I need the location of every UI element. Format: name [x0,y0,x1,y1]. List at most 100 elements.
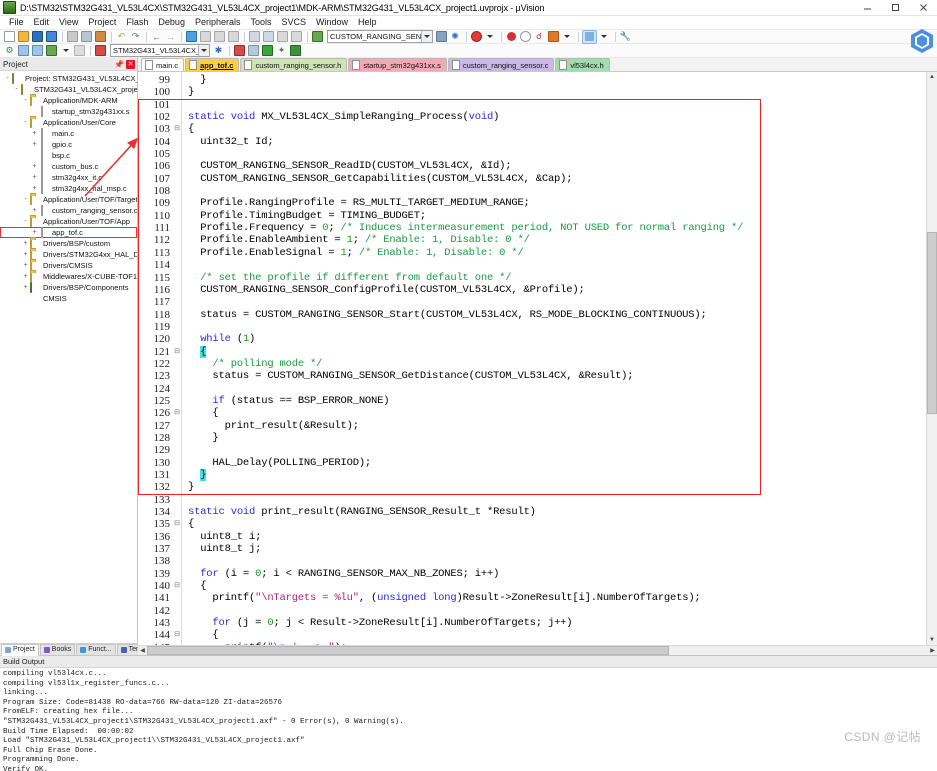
code-line[interactable] [188,296,926,308]
maximize-button[interactable] [881,0,909,15]
chevron-down-icon[interactable] [598,31,611,43]
tree-node-drivers-cmsis[interactable]: + Drivers/CMSIS [0,260,137,271]
expand-icon[interactable]: + [21,284,30,291]
code-line[interactable]: Profile.TimingBudget = TIMING_BUDGET; [188,210,926,222]
scroll-thumb[interactable] [927,232,937,414]
breakpoint-icon[interactable] [505,31,518,43]
fold-toggle-icon[interactable]: ⊟ [173,629,181,641]
code-line[interactable]: status = CUSTOM_RANGING_SENSOR_GetDistan… [188,370,926,382]
chevron-down-icon[interactable] [484,31,497,43]
code-line[interactable]: } [188,432,926,444]
breakpoint-disable-icon[interactable] [519,31,532,43]
save-all-icon[interactable] [45,31,58,43]
collapse-icon[interactable]: - [12,86,21,93]
menu-tools[interactable]: Tools [245,16,276,29]
chevron-down-icon[interactable] [198,45,209,56]
uncomment-icon[interactable] [290,31,303,43]
tree-node-application-user-tof-app[interactable]: - Application/User/TOF/App [0,216,137,227]
build-output-text[interactable]: compiling vl53l4cx.c... compiling vl53l1x… [0,668,937,771]
scroll-right-icon[interactable]: ▶ [928,646,937,655]
editor-tab-custom-ranging-sensor-h[interactable]: custom_ranging_sensor.h [240,58,348,71]
tree-node-cmsis[interactable]: CMSIS [0,293,137,304]
code-line[interactable]: for (j = 0; j < Result->ZoneResult[i].Nu… [188,617,926,629]
code-line[interactable]: CUSTOM_RANGING_SENSOR_GetCapabilities(CU… [188,173,926,185]
outdent-icon[interactable] [262,31,275,43]
tree-node-stm32g431-vl53l4cx-project1[interactable]: - STM32G431_VL53L4CX_project1 [0,84,137,95]
menu-help[interactable]: Help [353,16,382,29]
code-folding-column[interactable]: ⊟ ⊟ ⊟ ⊟ ⊟ ⊟ [173,72,182,645]
debug-start-icon[interactable] [470,31,483,43]
editor-tab-startup-stm32g431xx-s[interactable]: startup_stm32g431xx.s [348,58,447,71]
code-line[interactable]: static void print_result(RANGING_SENSOR_… [188,506,926,518]
code-line[interactable]: Profile.EnableAmbient = 1; /* Enable: 1,… [188,234,926,246]
code-line[interactable]: Profile.RangingProfile = RS_MULTI_TARGET… [188,197,926,209]
tree-node-drivers-bsp-custom[interactable]: + Drivers/BSP/custom [0,238,137,249]
copy-icon[interactable] [80,31,93,43]
scroll-up-icon[interactable]: ▲ [927,72,937,82]
tree-node-stm32g4xx-hal-msp-c[interactable]: + stm32g4xx_hal_msp.c [0,183,137,194]
bookmark-clear-icon[interactable] [227,31,240,43]
pane-tab-funct[interactable]: Funct... [76,643,116,656]
menu-peripherals[interactable]: Peripherals [190,16,246,29]
editor-tab-vl53l4cx-h[interactable]: vl53l4cx.h [555,58,610,71]
save-icon[interactable] [31,31,44,43]
expand-icon[interactable]: + [30,185,39,192]
code-line[interactable]: { [188,345,926,358]
tree-node-bsp-c[interactable]: bsp.c [0,150,137,161]
fold-toggle-icon[interactable]: ⊟ [173,123,181,135]
configure-icon[interactable]: ✺ [449,31,462,43]
code-line[interactable]: { [188,629,926,641]
close-button[interactable] [909,0,937,15]
code-line[interactable]: } [188,74,926,86]
tree-node-custom-bus-c[interactable]: + custom_bus.c [0,161,137,172]
tree-node-main-c[interactable]: + main.c [0,128,137,139]
chevron-down-icon[interactable] [420,31,432,42]
chevron-down-icon[interactable] [59,45,72,57]
pack-installer-icon[interactable] [261,45,274,57]
comment-icon[interactable] [276,31,289,43]
tree-node-stm32g4xx-it-c[interactable]: + stm32g4xx_it.c [0,172,137,183]
tree-node-application-user-tof-target[interactable]: - Application/User/TOF/Target [0,194,137,205]
breakpoint-kill-icon[interactable] [547,31,560,43]
configuration-icon[interactable]: 🔧 [619,31,632,43]
open-file-icon[interactable] [17,31,30,43]
bookmark-next-icon[interactable] [213,31,226,43]
code-line[interactable]: static void MX_VL53L4CX_SimpleRanging_Pr… [188,111,926,123]
fold-toggle-icon[interactable]: ⊟ [173,518,181,530]
collapse-icon[interactable]: - [3,75,12,82]
code-line[interactable]: Profile.EnableSignal = 1; /* Enable: 1, … [188,247,926,259]
redo-icon[interactable]: ↷ [129,31,142,43]
menu-flash[interactable]: Flash [121,16,153,29]
code-line[interactable]: uint8_t j; [188,543,926,555]
pane-tab-project[interactable]: Project [1,643,39,656]
code-line[interactable]: /* set the profile if different from def… [188,272,926,284]
code-line[interactable]: { [188,123,926,135]
code-line[interactable]: while (1) [188,333,926,345]
expand-icon[interactable]: + [30,130,39,137]
tree-node-drivers-bsp-components[interactable]: + Drivers/BSP/Components [0,282,137,293]
close-icon[interactable]: ✕ [126,59,135,69]
expand-icon[interactable]: + [21,273,30,280]
collapse-icon[interactable]: - [21,218,30,225]
menu-debug[interactable]: Debug [153,16,190,29]
fold-toggle-icon[interactable]: ⊟ [173,346,181,358]
tree-node-app-tof-c[interactable]: + app_tof.c [0,227,137,238]
code-line[interactable]: Profile.Frequency = 0; /* Induces interm… [188,222,926,234]
code-line[interactable]: { [188,407,926,419]
minimize-button[interactable] [853,0,881,15]
project-tree[interactable]: -Project: STM32G431_VL53L4CX_project1-ST… [0,71,137,643]
collapse-icon[interactable]: - [21,97,30,104]
code-line[interactable]: /* polling mode */ [188,358,926,370]
code-line[interactable] [188,383,926,395]
code-line[interactable]: print_result(&Result); [188,420,926,432]
navigate-forward-icon[interactable]: → [164,31,177,43]
expand-icon[interactable]: + [30,207,39,214]
expand-icon[interactable]: + [30,229,39,236]
code-line[interactable]: } [188,469,926,481]
paste-icon[interactable] [94,31,107,43]
translate-icon[interactable]: ⚙ [3,45,16,57]
batch-build-icon[interactable] [45,45,58,57]
code-line[interactable] [188,605,926,617]
code-line[interactable] [188,185,926,197]
collapse-icon[interactable]: - [21,119,30,126]
